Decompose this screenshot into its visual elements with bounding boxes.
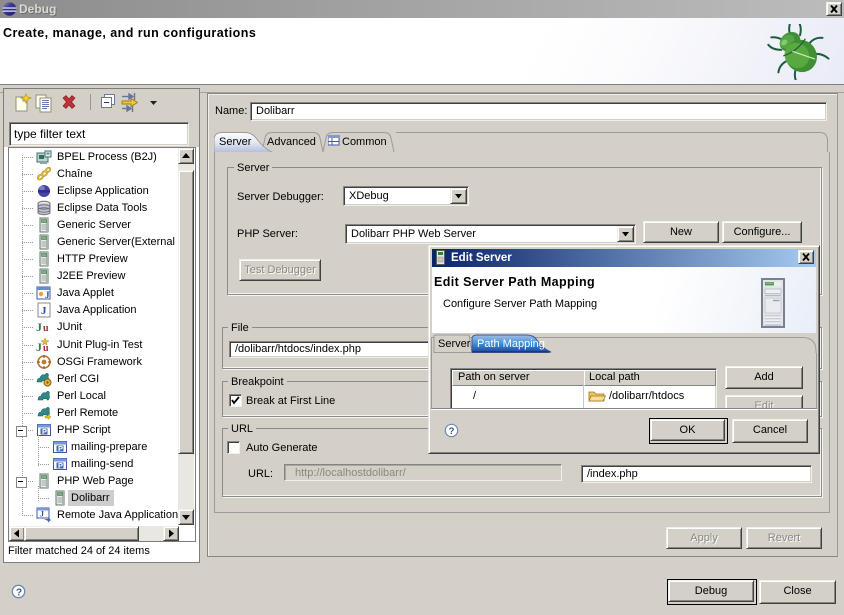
svg-text:J: J xyxy=(40,510,44,519)
svg-text:J: J xyxy=(36,320,42,334)
svg-text:u: u xyxy=(43,323,49,334)
svg-text:J: J xyxy=(45,290,50,300)
svg-text:P: P xyxy=(42,427,47,436)
svg-text:J: J xyxy=(41,305,47,317)
svg-text:?: ? xyxy=(449,426,455,437)
svg-text:P: P xyxy=(58,461,63,470)
svg-text:P: P xyxy=(58,444,63,453)
svg-text:J: J xyxy=(36,340,42,353)
svg-text:?: ? xyxy=(16,588,22,599)
